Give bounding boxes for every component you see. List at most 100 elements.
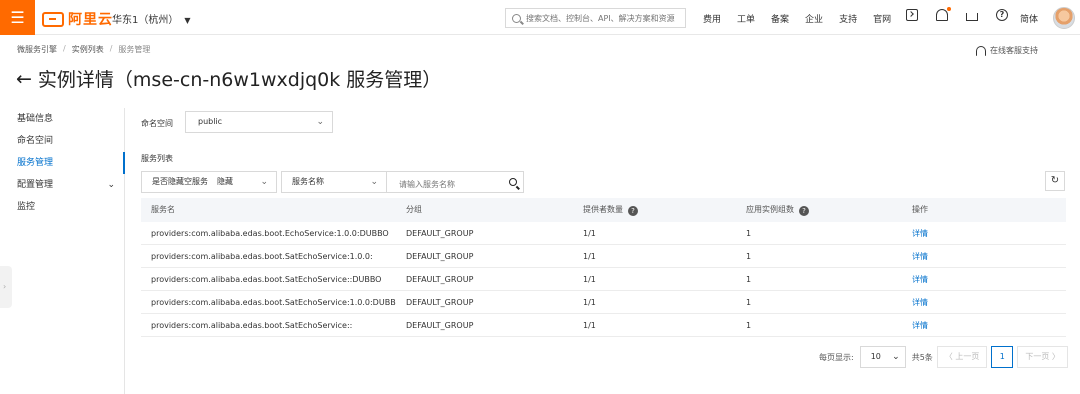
back-arrow-icon[interactable]: ← (16, 68, 32, 90)
help-icon[interactable]: ? (996, 9, 1008, 21)
service-name-input[interactable] (387, 174, 497, 195)
sidebar-item-namespace[interactable]: 命名空间 (0, 130, 124, 152)
sidebar-item-config-management[interactable]: 配置管理 ⌄ (0, 174, 124, 196)
namespace-select[interactable]: public ⌄ (185, 111, 333, 133)
group-cell: DEFAULT_GROUP (406, 298, 474, 307)
group-cell: DEFAULT_GROUP (406, 252, 474, 261)
instances-cell: 1 (746, 275, 752, 284)
page-number-button[interactable]: 1 (991, 346, 1014, 368)
avatar[interactable] (1053, 7, 1075, 29)
chevron-down-icon: ⌄ (892, 352, 900, 362)
namespace-value: public (198, 117, 223, 126)
page-title: ← 实例详情（mse-cn-n6w1wxdjq0k 服务管理） (16, 65, 441, 92)
hamburger-menu-icon[interactable]: ☰ (0, 0, 35, 35)
online-support-link[interactable]: 在线客服支持 (976, 45, 1038, 56)
nav-link-support[interactable]: 支持 (839, 12, 857, 25)
detail-link[interactable]: 详情 (912, 275, 928, 284)
breadcrumb-item[interactable]: 实例列表 (72, 44, 104, 55)
search-icon[interactable] (509, 178, 517, 186)
aliyun-logo[interactable]: 阿里云 (42, 9, 113, 29)
bell-icon[interactable] (936, 7, 951, 21)
page-title-text: 实例详情（mse-cn-n6w1wxdjq0k 服务管理） (37, 69, 442, 91)
logo-text: 阿里云 (68, 12, 113, 28)
action-cell: 详情 (902, 314, 1066, 336)
hide-empty-value: 隐藏 (217, 177, 233, 186)
instances-cell: 1 (746, 321, 752, 330)
column-header-group: 分组 (406, 205, 422, 214)
nav-link-fees[interactable]: 费用 (703, 12, 721, 25)
column-header-service-name: 服务名 (151, 205, 175, 214)
page-size-value: 10 (870, 352, 881, 361)
action-cell: 详情 (902, 268, 1066, 290)
detail-link[interactable]: 详情 (912, 298, 928, 307)
top-navigation-bar: ☰ 阿里云 华东1（杭州） ▼ 费用 工单 备案 企业 支持 官网 ? 简体 (0, 0, 1080, 35)
refresh-button[interactable]: ↻ (1045, 171, 1065, 191)
nav-link-enterprise[interactable]: 企业 (805, 12, 823, 25)
sidebar-collapse-handle[interactable]: › (0, 266, 12, 308)
detail-link[interactable]: 详情 (912, 321, 928, 330)
sidebar-item-label: 基础信息 (17, 114, 54, 124)
sidebar-item-basic-info[interactable]: 基础信息 (0, 108, 124, 130)
hide-empty-services-select[interactable]: 是否隐藏空服务 隐藏 ⌄ (141, 171, 277, 193)
prev-page-button[interactable]: 〈 上一页 (936, 346, 988, 368)
cart-icon[interactable] (966, 13, 978, 21)
providers-cell: 1/1 (583, 321, 596, 330)
nav-link-tickets[interactable]: 工单 (737, 12, 755, 25)
region-label: 华东1（杭州） (112, 15, 179, 26)
sidebar-item-label: 监控 (17, 202, 36, 212)
total-count: 共5条 (911, 352, 933, 362)
topbar-icons: ? (906, 7, 1026, 21)
sidebar: 基础信息 命名空间 服务管理 配置管理 ⌄ 监控 (0, 108, 125, 394)
breadcrumb-separator: / (109, 44, 113, 53)
region-selector[interactable]: 华东1（杭州） ▼ (112, 11, 191, 26)
pagination: 每页显示: 10 ⌄ 共5条 〈 上一页 1 下一页 〉 (819, 346, 1068, 368)
action-cell: 详情 (902, 291, 1066, 313)
table-row: providers:com.alibaba.edas.boot.SatEchoS… (141, 291, 1066, 314)
global-search[interactable] (505, 8, 686, 28)
column-header-providers: 提供者数量? (573, 198, 736, 222)
chevron-left-icon: 〈 (944, 352, 956, 361)
page-size-select[interactable]: 10 ⌄ (859, 346, 906, 368)
service-name-cell: providers:com.alibaba.edas.boot.SatEchoS… (151, 298, 396, 307)
instances-cell: 1 (746, 252, 752, 261)
column-header-actions: 操作 (912, 205, 928, 214)
column-header-label: 应用实例组数 (746, 205, 794, 214)
refresh-icon: ↻ (1050, 175, 1060, 186)
service-name-search (387, 171, 524, 195)
detail-link[interactable]: 详情 (912, 229, 928, 238)
terminal-icon[interactable] (906, 9, 918, 21)
service-filter-bar: 是否隐藏空服务 隐藏 ⌄ 服务名称 ⌄ (141, 171, 524, 195)
chevron-down-icon: ⌄ (316, 117, 324, 127)
headset-icon (976, 45, 986, 56)
providers-cell: 1/1 (583, 298, 596, 307)
breadcrumb-item[interactable]: 微服务引擎 (17, 44, 57, 55)
nav-link-website[interactable]: 官网 (873, 12, 891, 25)
action-cell: 详情 (902, 245, 1066, 267)
nav-link-icp[interactable]: 备案 (771, 12, 789, 25)
question-icon[interactable]: ? (799, 206, 809, 216)
hide-empty-label: 是否隐藏空服务 (152, 177, 208, 186)
page-size-label: 每页显示: (819, 352, 854, 362)
question-icon[interactable]: ? (628, 206, 638, 216)
global-search-input[interactable] (526, 13, 676, 23)
notification-dot (947, 7, 951, 11)
prev-page-label: 上一页 (955, 352, 980, 361)
next-page-button[interactable]: 下一页 〉 (1017, 346, 1068, 368)
chevron-down-icon: ⌄ (370, 177, 378, 187)
chevron-right-icon: 〉 (1049, 352, 1060, 361)
language-switch[interactable]: 简体 (1020, 12, 1038, 25)
instances-cell: 1 (746, 229, 752, 238)
search-field-select[interactable]: 服务名称 ⌄ (281, 171, 387, 193)
sidebar-item-service-management[interactable]: 服务管理 (0, 152, 125, 174)
caret-down-icon: ▼ (184, 16, 191, 25)
table-row: providers:com.alibaba.edas.boot.SatEchoS… (141, 314, 1066, 337)
service-name-cell: providers:com.alibaba.edas.boot.SatEchoS… (151, 252, 373, 261)
providers-cell: 1/1 (583, 252, 596, 261)
next-page-label: 下一页 (1025, 352, 1050, 361)
group-cell: DEFAULT_GROUP (406, 321, 474, 330)
search-icon (512, 13, 521, 23)
detail-link[interactable]: 详情 (912, 252, 928, 261)
service-table: 服务名 分组 提供者数量? 应用实例组数? 操作 providers:com.a… (141, 198, 1066, 337)
sidebar-item-monitoring[interactable]: 监控 (0, 196, 124, 218)
namespace-label: 命名空间 (141, 119, 173, 128)
